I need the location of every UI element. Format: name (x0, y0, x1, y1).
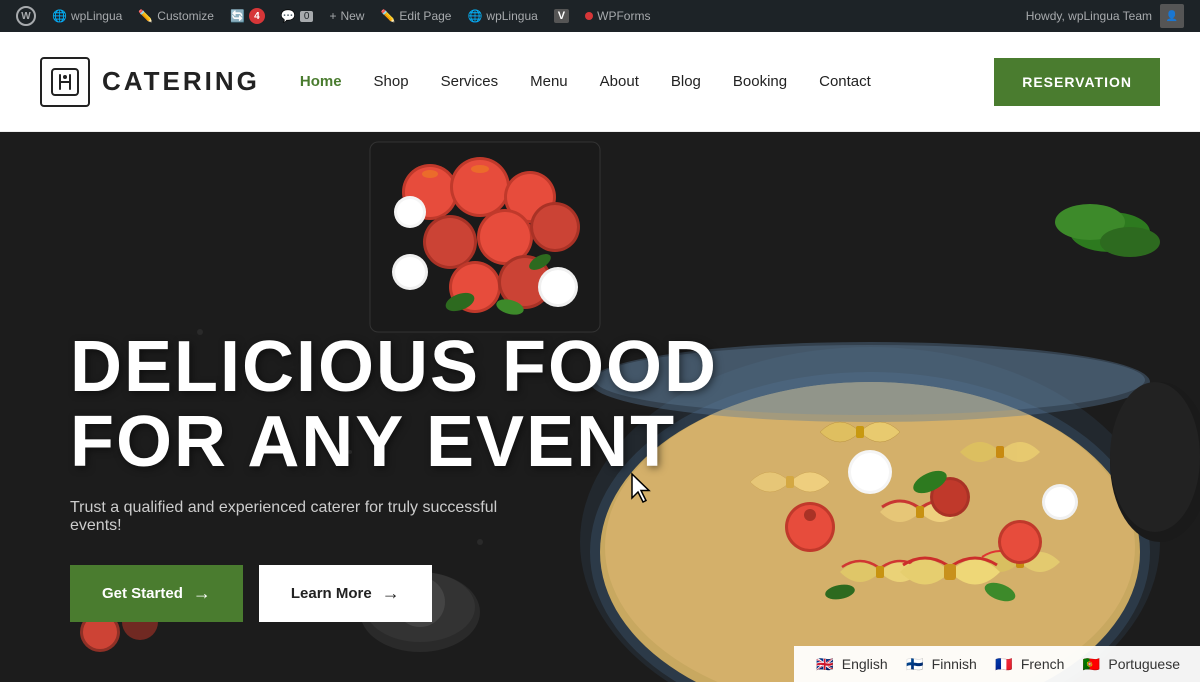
wpforms-dot-icon (585, 12, 593, 20)
admin-visual[interactable]: V (546, 0, 577, 32)
get-started-arrow-icon: → (193, 583, 211, 604)
nav-shop[interactable]: Shop (374, 73, 409, 90)
admin-comments[interactable]: 💬 0 (273, 0, 322, 32)
admin-bar-right: Howdy, wpLingua Team 👤 (1026, 4, 1192, 28)
updates-count: 4 (249, 8, 265, 24)
language-switcher: 🇬🇧 English 🇫🇮 Finnish 🇫🇷 French 🇵🇹 Portu… (794, 646, 1200, 682)
reservation-button[interactable]: RESERVATION (994, 58, 1160, 106)
portuguese-label: Portuguese (1108, 656, 1180, 672)
learn-more-button[interactable]: Learn More → (259, 565, 432, 622)
admin-editpage-icon: ✏️ (380, 9, 395, 23)
hero-subtitle: Trust a qualified and experienced catere… (70, 499, 510, 535)
hero-title-line1: DELICIOUS FOOD (70, 327, 718, 407)
admin-customize[interactable]: ✏️ Customize (130, 0, 222, 32)
nav-blog[interactable]: Blog (671, 73, 701, 90)
howdy-text: Howdy, wpLingua Team (1026, 9, 1152, 23)
comments-count: 0 (300, 11, 314, 22)
admin-site-icon: 🌐 (52, 9, 67, 23)
nav-menu[interactable]: Menu (530, 73, 568, 90)
admin-updates[interactable]: 🔄 4 (222, 0, 273, 32)
lang-finnish[interactable]: 🇫🇮 Finnish (904, 656, 977, 672)
english-label: English (842, 656, 888, 672)
main-nav: Home Shop Services Menu About Blog Booki… (300, 73, 994, 90)
admin-bar: W 🌐 wpLingua ✏️ Customize 🔄 4 💬 0 + New … (0, 0, 1200, 32)
french-flag-icon: 🇫🇷 (993, 656, 1015, 672)
admin-wpforms[interactable]: WPForms (577, 0, 658, 32)
admin-comments-icon: 💬 (281, 9, 296, 23)
lang-french[interactable]: 🇫🇷 French (993, 656, 1065, 672)
hero-title-line2: FOR ANY EVENT (70, 402, 676, 482)
lang-portuguese[interactable]: 🇵🇹 Portuguese (1080, 656, 1180, 672)
finnish-flag-icon: 🇫🇮 (904, 656, 926, 672)
admin-customize-icon: ✏️ (138, 9, 153, 23)
admin-edit-page[interactable]: ✏️ Edit Page (372, 0, 459, 32)
admin-wp-logo[interactable]: W (8, 0, 44, 32)
site-logo[interactable]: CATERING (40, 57, 260, 107)
admin-updates-icon: 🔄 (230, 9, 245, 23)
hero-section: DELICIOUS FOOD FOR ANY EVENT Trust a qua… (0, 132, 1200, 682)
nav-booking[interactable]: Booking (733, 73, 787, 90)
english-flag-icon: 🇬🇧 (814, 656, 836, 672)
user-avatar[interactable]: 👤 (1160, 4, 1184, 28)
lang-english[interactable]: 🇬🇧 English (814, 656, 888, 672)
nav-services[interactable]: Services (441, 73, 499, 90)
hero-content: DELICIOUS FOOD FOR ANY EVENT Trust a qua… (70, 330, 718, 622)
admin-wplingua2[interactable]: 🌐 wpLingua (459, 0, 545, 32)
french-label: French (1021, 656, 1065, 672)
learn-more-arrow-icon: → (382, 583, 400, 604)
get-started-button[interactable]: Get Started → (70, 565, 243, 622)
admin-visual-icon: V (554, 9, 569, 23)
hero-buttons: Get Started → Learn More → (70, 565, 718, 622)
logo-text: CATERING (102, 66, 260, 97)
admin-new[interactable]: + New (321, 0, 372, 32)
admin-site-name[interactable]: 🌐 wpLingua (44, 0, 130, 32)
wp-logo-icon: W (16, 6, 36, 26)
hero-title: DELICIOUS FOOD FOR ANY EVENT (70, 330, 718, 481)
nav-contact[interactable]: Contact (819, 73, 871, 90)
nav-home[interactable]: Home (300, 73, 342, 90)
nav-about[interactable]: About (600, 73, 639, 90)
admin-new-icon: + (329, 9, 336, 23)
logo-icon (40, 57, 90, 107)
site-header: CATERING Home Shop Services Menu About B… (0, 32, 1200, 132)
admin-wplingua2-icon: 🌐 (467, 9, 482, 23)
finnish-label: Finnish (932, 656, 977, 672)
portuguese-flag-icon: 🇵🇹 (1080, 656, 1102, 672)
